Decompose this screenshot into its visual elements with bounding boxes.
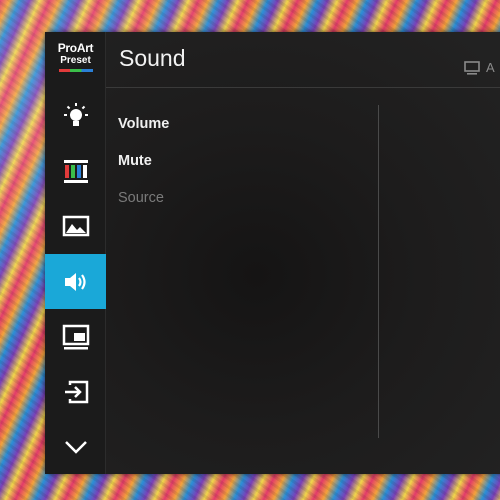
input-indicator-label: A xyxy=(486,60,495,75)
sidebar-item-sound[interactable] xyxy=(45,254,106,309)
sidebar-item-input-select[interactable] xyxy=(45,364,106,419)
column-divider xyxy=(378,105,379,438)
osd-menu-panel: ProArt Preset Sound A Volume Mute Source xyxy=(45,32,500,474)
menu-item-source: Source xyxy=(118,190,164,206)
logo-line2: Preset xyxy=(60,55,91,66)
chevron-down-icon xyxy=(64,440,87,454)
input-indicator: A xyxy=(464,60,495,75)
sidebar-item-color[interactable] xyxy=(45,143,106,198)
sidebar-item-more[interactable] xyxy=(45,419,106,474)
sidebar-item-image[interactable] xyxy=(45,198,106,253)
logo-color-bar xyxy=(58,69,93,72)
panel-header: Sound A xyxy=(106,32,500,88)
speaker-icon xyxy=(64,272,86,291)
sidebar-item-pip-pbp[interactable] xyxy=(45,309,106,364)
input-icon xyxy=(64,380,88,403)
menu-item-mute[interactable]: Mute xyxy=(118,153,152,169)
sidebar: ProArt Preset xyxy=(45,32,106,474)
proart-preset-logo[interactable]: ProArt Preset xyxy=(45,42,106,82)
color-bars-icon xyxy=(63,159,88,183)
image-icon xyxy=(62,215,89,236)
page-title: Sound xyxy=(119,45,186,71)
menu-item-volume[interactable]: Volume xyxy=(118,116,169,132)
pip-icon xyxy=(62,324,89,349)
monitor-icon xyxy=(464,60,480,75)
lightbulb-icon xyxy=(63,102,88,126)
logo-line1: ProArt xyxy=(57,41,94,55)
sidebar-item-bluelight-filter[interactable] xyxy=(45,88,106,143)
